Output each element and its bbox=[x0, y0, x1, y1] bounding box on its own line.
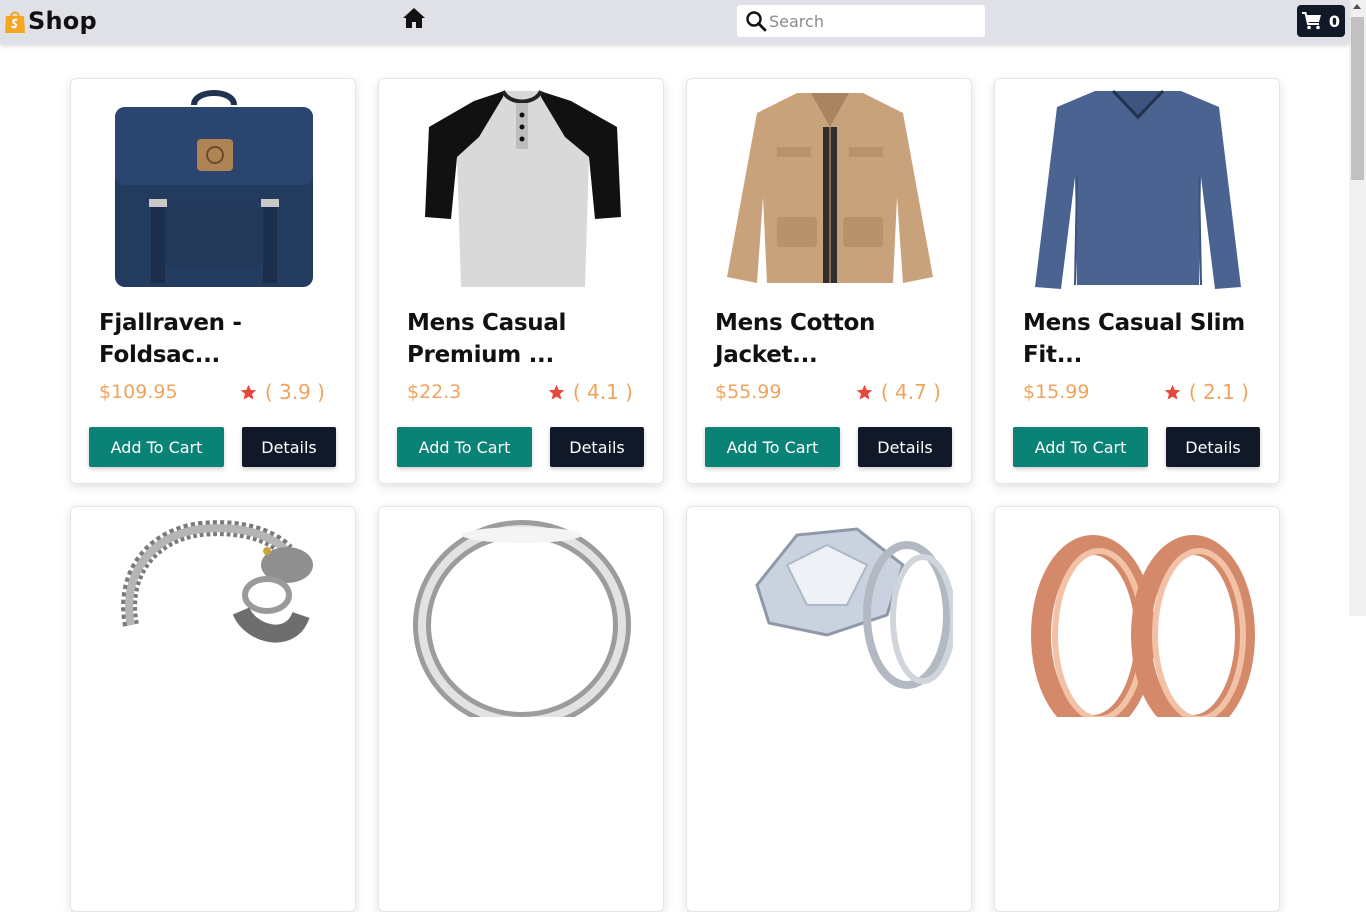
product-card: Mens Casual Slim Fit... $15.99 ( 2.1 ) A… bbox=[994, 78, 1280, 484]
star-icon bbox=[856, 384, 873, 400]
cart-count: 0 bbox=[1328, 11, 1341, 31]
vertical-scrollbar[interactable] bbox=[1349, 0, 1366, 616]
scrollbar-thumb[interactable] bbox=[1351, 17, 1364, 180]
product-grid: Fjallraven - Foldsac... $109.95 ( 3.9 ) … bbox=[70, 78, 1280, 912]
add-to-cart-button[interactable]: Add To Cart bbox=[397, 427, 532, 467]
rose-gold-rings-image[interactable] bbox=[1015, 515, 1261, 717]
diamond-ring-image[interactable] bbox=[707, 515, 953, 717]
details-button[interactable]: Details bbox=[858, 427, 952, 467]
product-price: $22.3 bbox=[407, 381, 462, 403]
star-icon bbox=[240, 384, 257, 400]
product-title: Fjallraven - Foldsac... bbox=[99, 310, 242, 368]
product-card: Fjallraven - Foldsac... $109.95 ( 3.9 ) … bbox=[70, 78, 356, 484]
add-to-cart-button[interactable]: Add To Cart bbox=[89, 427, 224, 467]
search-icon[interactable] bbox=[745, 10, 767, 32]
product-rating: ( 4.7 ) bbox=[856, 380, 941, 404]
add-to-cart-button[interactable]: Add To Cart bbox=[1013, 427, 1148, 467]
search-box bbox=[737, 5, 985, 37]
product-price: $15.99 bbox=[1023, 381, 1090, 403]
star-icon bbox=[548, 384, 565, 400]
cart-button[interactable]: 0 bbox=[1297, 5, 1345, 37]
brand-name: Shop bbox=[28, 7, 97, 35]
product-price: $109.95 bbox=[99, 381, 178, 403]
product-card bbox=[994, 506, 1280, 912]
navbar: Shop 0 bbox=[0, 0, 1349, 44]
product-title: Mens Casual Slim Fit... bbox=[1023, 310, 1245, 368]
brand-logo[interactable]: Shop bbox=[4, 6, 97, 36]
silver-ring-image[interactable] bbox=[399, 515, 645, 717]
product-title: Mens Casual Premium ... bbox=[407, 310, 567, 368]
shopping-cart-icon bbox=[1301, 12, 1321, 30]
add-to-cart-button[interactable]: Add To Cart bbox=[705, 427, 840, 467]
long-sleeve-shirt-image[interactable] bbox=[1015, 87, 1261, 289]
shopping-bag-icon bbox=[5, 11, 25, 33]
details-button[interactable]: Details bbox=[242, 427, 336, 467]
details-button[interactable]: Details bbox=[550, 427, 644, 467]
star-icon bbox=[1164, 384, 1181, 400]
rating-value: ( 3.9 ) bbox=[264, 380, 325, 404]
rating-value: ( 4.1 ) bbox=[572, 380, 633, 404]
product-card bbox=[70, 506, 356, 912]
product-rating: ( 3.9 ) bbox=[240, 380, 325, 404]
raglan-tshirt-image[interactable] bbox=[399, 87, 645, 289]
cotton-jacket-image[interactable] bbox=[707, 87, 953, 289]
home-icon[interactable] bbox=[402, 7, 426, 29]
product-price: $55.99 bbox=[715, 381, 782, 403]
product-card: Mens Cotton Jacket... $55.99 ( 4.7 ) Add… bbox=[686, 78, 972, 484]
product-rating: ( 2.1 ) bbox=[1164, 380, 1249, 404]
product-card: Mens Casual Premium ... $22.3 ( 4.1 ) Ad… bbox=[378, 78, 664, 484]
product-card bbox=[686, 506, 972, 912]
rating-value: ( 4.7 ) bbox=[880, 380, 941, 404]
product-title: Mens Cotton Jacket... bbox=[715, 310, 876, 368]
product-card bbox=[378, 506, 664, 912]
scroll-up-arrow-icon[interactable] bbox=[1353, 4, 1361, 9]
rating-value: ( 2.1 ) bbox=[1188, 380, 1249, 404]
dragon-bracelet-image[interactable] bbox=[91, 515, 337, 717]
backpack-image[interactable] bbox=[91, 87, 337, 289]
product-rating: ( 4.1 ) bbox=[548, 380, 633, 404]
details-button[interactable]: Details bbox=[1166, 427, 1260, 467]
search-input[interactable] bbox=[767, 11, 967, 31]
